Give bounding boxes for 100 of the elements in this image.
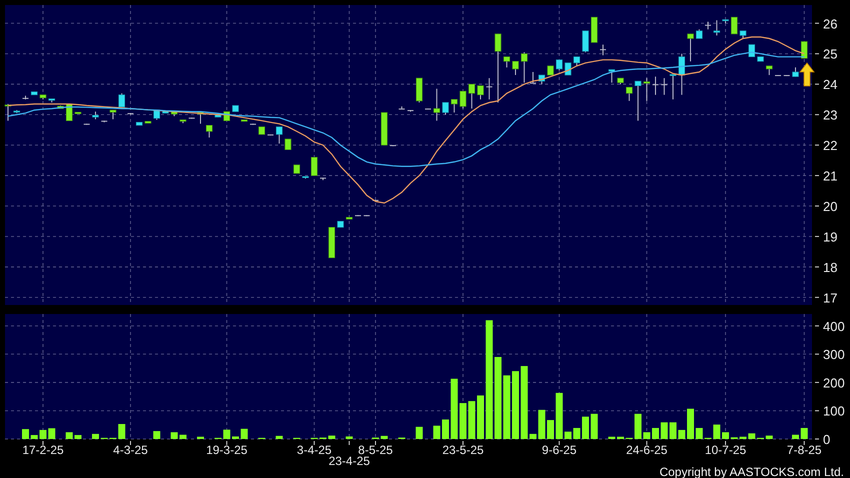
candlestick (22, 95, 28, 100)
candlestick (197, 112, 204, 124)
candlestick (118, 92, 126, 108)
candlestick (538, 74, 546, 85)
candlestick (320, 177, 326, 181)
candlestick (40, 94, 46, 100)
candlestick (730, 16, 738, 34)
candlestick (766, 65, 773, 76)
volume-bar (442, 419, 449, 439)
candlestick (494, 33, 502, 103)
volume-bar (582, 416, 589, 439)
candlestick (84, 123, 90, 126)
volume-bar (328, 436, 336, 439)
candlestick (328, 226, 336, 258)
candlestick (775, 74, 781, 77)
volume-bar (92, 434, 99, 439)
candlestick (355, 214, 361, 217)
date-label: 23-5-25 (442, 443, 484, 457)
candlestick (214, 114, 222, 118)
candlestick (634, 80, 642, 122)
candlestick (608, 69, 616, 84)
candlestick (696, 28, 703, 39)
candlestick (687, 33, 694, 62)
candlestick (573, 56, 580, 66)
date-label: 23-4-25 (328, 454, 370, 466)
axis-label: 100 (823, 404, 845, 419)
candlestick (678, 53, 686, 96)
date-label: 17-2-25 (22, 443, 64, 457)
candlestick (643, 78, 650, 102)
candlestick (398, 106, 405, 110)
axis-label: 21 (823, 168, 838, 184)
candlestick (128, 112, 134, 116)
candlestick (268, 134, 274, 136)
candlestick (302, 176, 309, 180)
volume-bar (547, 420, 554, 439)
date-label: 24-6-25 (626, 443, 668, 457)
volume-bar (617, 436, 624, 439)
candlestick (784, 74, 790, 77)
axis-label: 26 (823, 16, 838, 32)
volume-bar (670, 422, 676, 439)
axis-label: 20 (823, 199, 838, 214)
candlestick (442, 102, 449, 116)
date-label: 8-5-25 (358, 443, 393, 457)
candlestick (416, 78, 423, 103)
candlestick (162, 110, 169, 114)
volume-bar (740, 436, 746, 439)
axis-label: 22 (823, 138, 838, 154)
candlestick (92, 111, 99, 120)
candlestick (372, 199, 378, 202)
axis-label: 300 (823, 347, 845, 362)
candlestick (748, 44, 756, 58)
volume-bar (530, 434, 536, 439)
date-label: 3-4-25 (296, 443, 332, 457)
axis-label: 0 (823, 432, 830, 447)
candlestick (180, 119, 186, 124)
axis-label: 25 (823, 46, 838, 62)
volume-bar (477, 395, 484, 439)
candlestick (284, 138, 292, 150)
candlestick (188, 117, 195, 120)
candlestick (450, 98, 458, 114)
arrow-up-icon (799, 62, 815, 86)
candlestick (590, 16, 598, 43)
candlestick (670, 74, 676, 100)
candlestick (153, 110, 160, 120)
candlestick (564, 62, 572, 76)
volume-bar (346, 436, 353, 439)
axis-label: 17 (823, 290, 838, 306)
volume-bar (652, 428, 659, 439)
volume-bar (276, 436, 283, 439)
candlestick (617, 78, 624, 85)
axis-label: 24 (823, 77, 838, 92)
date-label: 7-8-25 (786, 443, 822, 457)
candlestick (582, 30, 589, 53)
candlestick (48, 98, 56, 103)
candlestick (600, 44, 606, 56)
volume-bar (74, 435, 82, 439)
volume-bar (512, 371, 519, 439)
volume-bar (460, 403, 466, 439)
candlestick (626, 86, 633, 102)
volume-bar (766, 436, 773, 439)
candlestick (468, 84, 476, 110)
candlestick (4, 103, 12, 122)
candlestick (57, 105, 64, 110)
date-label: 19-3-25 (206, 443, 248, 457)
volume-bar (792, 434, 799, 439)
date-label: 4-3-25 (113, 443, 148, 457)
candlestick (276, 126, 283, 144)
candlestick (460, 90, 466, 110)
candlestick (530, 72, 536, 84)
candlestick (258, 126, 266, 135)
axis-label: 19 (823, 229, 838, 244)
candlestick (740, 30, 746, 39)
volume-bar (180, 434, 186, 439)
candlestick (206, 124, 213, 138)
candlestick (408, 110, 414, 112)
axis-label: 23 (823, 108, 838, 123)
candlestick (13, 110, 20, 114)
volume-bar (608, 436, 616, 439)
candlestick (800, 41, 808, 59)
volume-bar (687, 408, 694, 439)
